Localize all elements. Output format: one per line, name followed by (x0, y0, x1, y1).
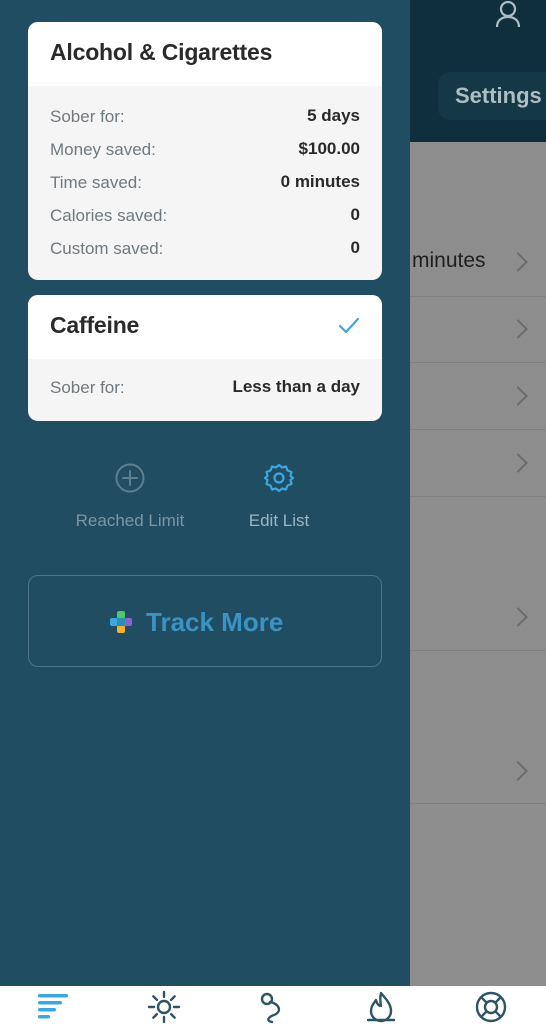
flame-icon[interactable] (364, 990, 398, 1024)
plus-multicolor-icon (110, 611, 132, 633)
background-row-divider (410, 429, 546, 430)
lifebuoy-icon[interactable] (474, 990, 508, 1024)
stat-label: Sober for: (50, 378, 125, 397)
background-row-divider (410, 650, 546, 651)
stat-label: Money saved: (50, 140, 156, 159)
side-drawer: Alcohol & Cigarettes Sober for: 5 days M… (0, 0, 410, 986)
stat-row-sober-for: Sober for: 5 days (28, 101, 382, 134)
tab-settings[interactable]: Settings (438, 72, 546, 120)
stat-value: 0 minutes (280, 172, 360, 191)
checkmark-icon (338, 317, 360, 334)
edit-list-label: Edit List (248, 511, 310, 530)
stat-row-sober-for: Sober for: Less than a day (28, 372, 382, 405)
background-row-text: minutes (412, 249, 486, 272)
track-more-button[interactable]: Track More (28, 575, 382, 667)
card-header: Caffeine (28, 295, 382, 359)
stat-row-custom-saved: Custom saved: 0 (28, 233, 382, 266)
stat-label: Custom saved: (50, 239, 164, 258)
sun-icon[interactable] (147, 990, 181, 1024)
stat-row-money-saved: Money saved: $100.00 (28, 134, 382, 167)
edit-list-button[interactable]: Edit List (204, 462, 354, 531)
addiction-card-alcohol-cigarettes[interactable]: Alcohol & Cigarettes Sober for: 5 days M… (28, 22, 382, 280)
route-icon[interactable] (256, 990, 290, 1024)
stat-label: Calories saved: (50, 206, 168, 225)
stat-label: Time saved: (50, 173, 142, 192)
card-header: Alcohol & Cigarettes (28, 22, 382, 86)
stat-value: 0 (350, 238, 360, 257)
background-row-divider (410, 296, 546, 297)
stat-value: Less than a day (232, 377, 360, 396)
list-icon[interactable] (36, 990, 70, 1024)
gear-icon (263, 463, 295, 493)
stat-row-calories-saved: Calories saved: 0 (28, 200, 382, 233)
addiction-card-caffeine[interactable]: Caffeine Sober for: Less than a day (28, 295, 382, 421)
stat-row-time-saved: Time saved: 0 minutes (28, 167, 382, 200)
stat-label: Sober for: (50, 107, 125, 126)
stat-value: 5 days (307, 106, 360, 125)
card-title: Caffeine (50, 312, 140, 338)
background-row-divider (410, 803, 546, 804)
stat-value: $100.00 (298, 139, 360, 158)
track-more-label: Track More (146, 607, 284, 637)
reached-limit-button[interactable]: Reached Limit (55, 462, 205, 531)
background-row-divider (410, 362, 546, 363)
reached-limit-label: Reached Limit (75, 511, 185, 530)
user-icon[interactable] (494, 0, 522, 30)
bottom-tab-bar (0, 986, 546, 1024)
add-circle-icon (115, 463, 145, 493)
card-title: Alcohol & Cigarettes (50, 39, 273, 65)
stat-value: 0 (350, 205, 360, 224)
background-row-divider (410, 496, 546, 497)
